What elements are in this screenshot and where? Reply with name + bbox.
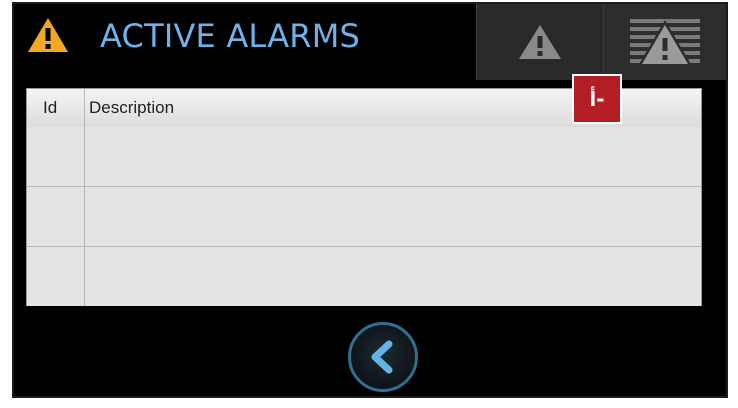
chevron-left-icon	[371, 340, 393, 374]
cell-description	[85, 187, 701, 246]
cell-description	[85, 247, 701, 306]
alarm-history-icon	[630, 19, 700, 66]
active-alarms-button[interactable]	[477, 4, 603, 80]
table-row[interactable]	[27, 247, 701, 306]
warning-icon	[28, 18, 68, 52]
column-header-id[interactable]: Id	[43, 89, 57, 127]
table-row[interactable]	[27, 187, 701, 247]
warning-triangle-icon	[519, 25, 561, 59]
cell-description	[85, 127, 701, 186]
cell-id	[27, 187, 85, 246]
page-title: ACTIVE ALARMS	[100, 17, 361, 55]
back-button[interactable]	[348, 322, 418, 392]
column-header-description[interactable]: Description	[89, 89, 174, 127]
annotation-marker: أ-	[572, 74, 622, 124]
cell-id	[27, 127, 85, 186]
table-row[interactable]	[27, 127, 701, 187]
alarm-screen: ACTIVE ALARMS Id Description	[12, 2, 728, 398]
alarm-history-button[interactable]	[603, 4, 726, 80]
cell-id	[27, 247, 85, 306]
alarm-toolbar	[476, 4, 726, 80]
